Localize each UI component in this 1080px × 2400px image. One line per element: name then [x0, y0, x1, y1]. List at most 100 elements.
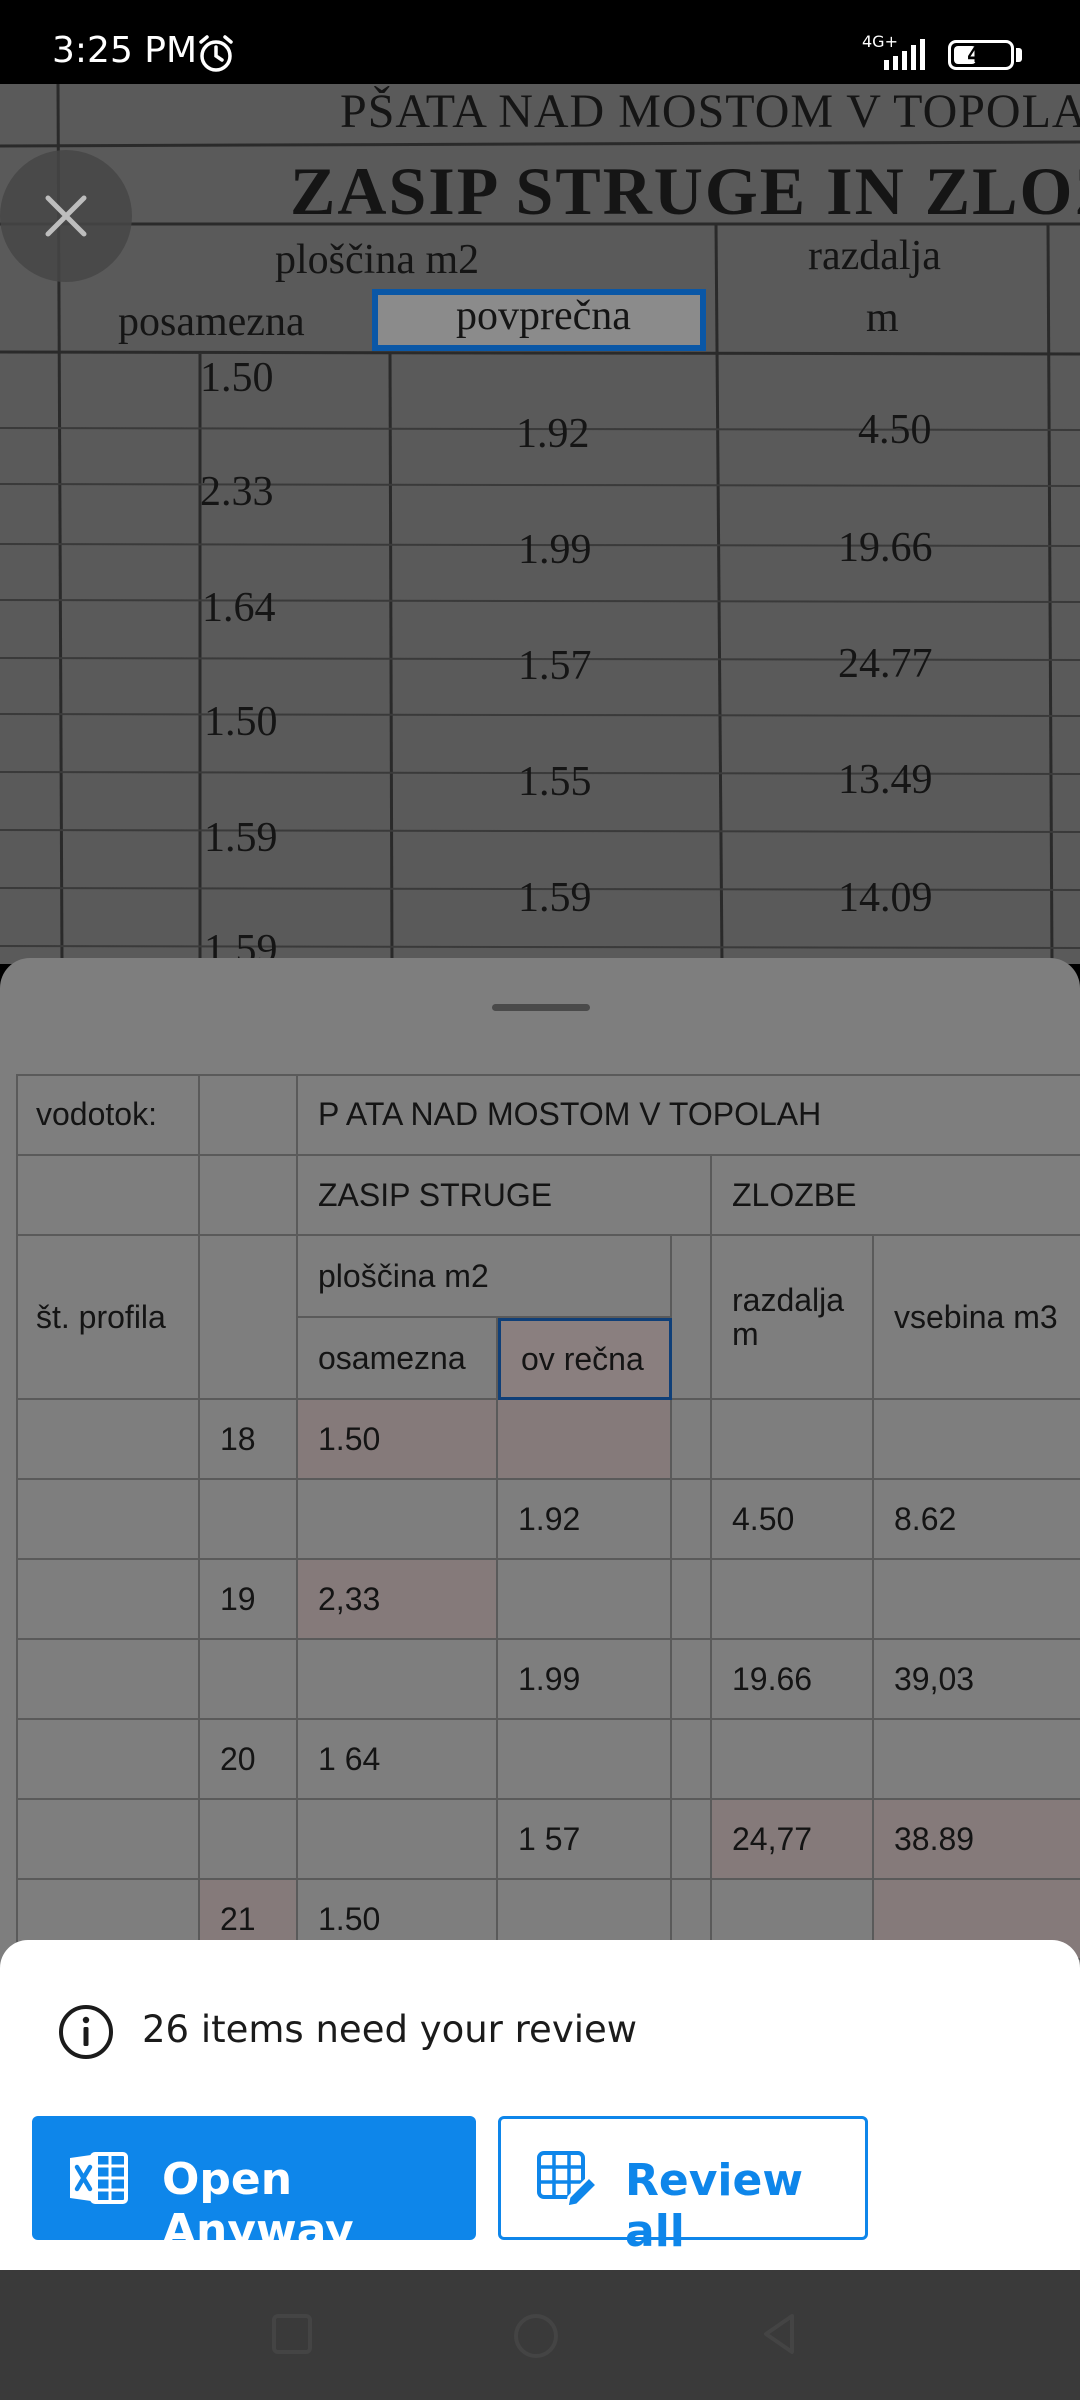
review-message: 26 items need your review [142, 2008, 638, 2051]
cell-empty[interactable] [672, 1560, 712, 1640]
cell-osamezna-value[interactable]: 2,33 [298, 1560, 498, 1640]
photo-head-povprecna: povprečna [456, 293, 631, 339]
open-anyway-label: Open Anyway [162, 2154, 354, 2256]
cell-vsebina-value[interactable]: 38.89 [874, 1800, 1080, 1880]
cell-empty[interactable] [16, 1800, 200, 1880]
photo-left-value: 1.50 [200, 355, 274, 401]
review-panel: 26 items need your review Open Anyway Re… [0, 1940, 1080, 2270]
cell-vsebina-value[interactable] [874, 1720, 1080, 1800]
cell-zlozbe[interactable]: ZLOZBE [712, 1156, 1080, 1236]
cell-ovrecna-value[interactable]: 1.92 [498, 1480, 672, 1560]
cell-empty[interactable] [200, 1236, 298, 1400]
cell-empty[interactable] [200, 1156, 298, 1236]
cell-empty[interactable] [16, 1156, 200, 1236]
photo-right-value: 14.09 [838, 875, 933, 921]
photo-right-value: 13.49 [838, 757, 933, 803]
open-anyway-button[interactable]: Open Anyway [32, 2116, 476, 2256]
close-button[interactable] [0, 150, 132, 282]
cell-vsebina[interactable]: vsebina m3 [874, 1236, 1080, 1400]
cell-osamezna-value[interactable] [298, 1480, 498, 1560]
alarm-icon [199, 35, 233, 72]
photo-head-ploscina: ploščina m2 [275, 237, 480, 283]
battery-percent: 46 [967, 43, 995, 67]
cell-ovrecna-value[interactable]: 1 57 [498, 1800, 672, 1880]
cell-title[interactable]: P ATA NAD MOSTOM V TOPOLAH [298, 1074, 1080, 1156]
signal-icon [884, 39, 925, 70]
cell-osamezna-value[interactable]: 1.50 [298, 1400, 498, 1480]
cell-vsebina-value[interactable] [874, 1400, 1080, 1480]
navigation-bar [0, 2270, 1080, 2400]
photo-right-value: 24.77 [838, 641, 933, 687]
photo-right-value: 4.50 [858, 407, 932, 453]
cell-razdalja-value[interactable] [712, 1400, 874, 1480]
battery-indicator: 46 [948, 40, 1014, 70]
battery-nub [1016, 48, 1022, 62]
cell-vsebina-value[interactable]: 39,03 [874, 1640, 1080, 1720]
cell-empty[interactable] [672, 1800, 712, 1880]
cell-razdalja-value[interactable]: 24,77 [712, 1800, 874, 1880]
info-icon [59, 2005, 113, 2059]
photo-left-value: 2.33 [200, 469, 274, 515]
cell-empty[interactable] [200, 1074, 298, 1156]
cell-zasip[interactable]: ZASIP STRUGE [298, 1156, 712, 1236]
cell-empty[interactable] [16, 1480, 200, 1560]
cell-profile-number[interactable]: 18 [200, 1400, 298, 1480]
status-time: 3:25 PM [52, 30, 198, 71]
photo-mid-value: 1.59 [518, 875, 592, 921]
cell-vsebina-value[interactable] [874, 1560, 1080, 1640]
cell-osamezna-value[interactable]: 1 64 [298, 1720, 498, 1800]
cell-profile-number[interactable] [200, 1480, 298, 1560]
cell-empty[interactable] [672, 1640, 712, 1720]
cell-osamezna[interactable]: osamezna [298, 1318, 498, 1400]
cell-razdalja-value[interactable] [712, 1560, 874, 1640]
photo-mid-value: 1.92 [516, 411, 590, 457]
cell-razdalja[interactable]: razdalja m [712, 1236, 874, 1400]
cell-osamezna-value[interactable] [298, 1800, 498, 1880]
cell-vsebina-value[interactable]: 8.62 [874, 1480, 1080, 1560]
cell-ovrecna-value[interactable] [498, 1560, 672, 1640]
status-bar: 3:25 PM 4G+ 46 [0, 0, 1080, 84]
cell-empty[interactable] [672, 1400, 712, 1480]
photo-mid-value: 1.55 [518, 759, 592, 805]
review-all-button[interactable]: Review all [498, 2116, 868, 2257]
cell-osamezna-value[interactable] [298, 1640, 498, 1720]
cell-razdalja-value[interactable] [712, 1720, 874, 1800]
cell-empty[interactable] [672, 1236, 712, 1400]
cell-profile-number[interactable]: 19 [200, 1560, 298, 1640]
cell-profile-number[interactable]: 20 [200, 1720, 298, 1800]
cell-ovrecna-value[interactable] [498, 1400, 672, 1480]
cell-razdalja-value[interactable]: 19.66 [712, 1640, 874, 1720]
cell-empty[interactable] [16, 1560, 200, 1640]
cell-st-profila[interactable]: št. profila [16, 1236, 200, 1400]
photo-head-m: m [866, 295, 899, 341]
home-icon[interactable] [510, 2310, 562, 2362]
cell-empty[interactable] [16, 1640, 200, 1720]
cell-empty[interactable] [672, 1720, 712, 1800]
cell-ploscina[interactable]: ploščina m2 [298, 1236, 672, 1318]
cell-ovrecna-value[interactable]: 1.99 [498, 1640, 672, 1720]
cell-ovrecna-value[interactable] [498, 1720, 672, 1800]
photo-head-posamezna: posamezna [118, 299, 305, 345]
photo-left-value: 1.64 [202, 585, 276, 631]
photo-left-value: 1.59 [204, 815, 278, 861]
close-icon [45, 195, 87, 237]
cell-empty[interactable] [16, 1720, 200, 1800]
photo-title-1: PŠATA NAD MOSTOM V TOPOLAH [340, 85, 1080, 138]
back-icon[interactable] [756, 2310, 804, 2358]
photo-right-value: 19.66 [838, 525, 933, 571]
photo-title-2: ZASIP STRUGE IN ZLOŽI [290, 153, 1080, 229]
cell-ovrecna-selected[interactable]: ov rečna [498, 1318, 672, 1400]
cell-profile-number[interactable] [200, 1640, 298, 1720]
excel-icon [70, 2152, 128, 2204]
cell-empty[interactable] [672, 1480, 712, 1560]
photo-left-value: 1.50 [204, 699, 278, 745]
cell-profile-number[interactable] [200, 1800, 298, 1880]
drag-handle[interactable] [492, 1004, 590, 1011]
review-all-label: Review all [625, 2155, 803, 2257]
extracted-table-sheet: vodotok: P ATA NAD MOSTOM V TOPOLAH ZASI… [0, 958, 1080, 1998]
recent-apps-icon[interactable] [268, 2310, 316, 2358]
cell-empty[interactable] [16, 1400, 200, 1480]
cell-vodotok[interactable]: vodotok: [16, 1074, 200, 1156]
cell-razdalja-value[interactable]: 4.50 [712, 1480, 874, 1560]
table-edit-icon [537, 2151, 599, 2209]
